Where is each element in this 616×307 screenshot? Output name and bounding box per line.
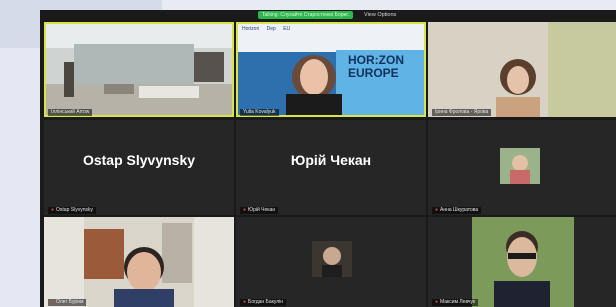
office-room-video	[44, 22, 234, 117]
participant-name: Ірина Фролова - Ярова	[432, 109, 492, 116]
participant-tile-6[interactable]: ● Анна Шкуратова	[428, 120, 616, 215]
outdoor-video	[428, 217, 616, 307]
participant-tile-4[interactable]: Ostap Slyvynsky ● Ostap Slyvynsky	[44, 120, 234, 215]
profile-photo	[312, 241, 352, 277]
participant-tile-2[interactable]: Horizon Dep EU HOR:ZON EUROPE Yulia Kova…	[236, 22, 426, 117]
participant-name-bar: ● Ostap Slyvynsky	[48, 207, 96, 214]
profile-photo	[500, 148, 540, 184]
mic-muted-icon: ●	[243, 299, 247, 305]
view-options-button[interactable]: View Options	[364, 11, 396, 19]
mic-muted-icon: ●	[435, 299, 439, 305]
participant-tile-9[interactable]: ● Максим Левчук	[428, 217, 616, 307]
zoom-gallery-window: Talking: Слухайте Старостенко Борис View…	[40, 10, 616, 307]
background-panel-left	[0, 48, 40, 307]
meeting-topbar: Talking: Слухайте Старостенко Борис View…	[40, 10, 616, 20]
participant-tile-3[interactable]: Ірина Фролова - Ярова	[428, 22, 616, 117]
participant-tile-1[interactable]: Іллінський Arrow	[44, 22, 234, 117]
participant-name-bar: ● Максим Левчук	[432, 299, 479, 306]
participant-name-bar: ● Олег Бурим	[48, 299, 87, 306]
participant-name-bar: ● Юрій Чекан	[240, 207, 279, 214]
participant-name: Іллінський Arrow	[48, 109, 93, 116]
mic-muted-icon: ●	[435, 207, 439, 213]
talking-indicator: Talking: Слухайте Старостенко Борис	[258, 11, 353, 19]
mic-muted-icon: ●	[243, 207, 247, 213]
display-name: Юрій Чекан	[290, 152, 372, 168]
participant-tile-8[interactable]: ● Богдан Бакулін	[236, 217, 426, 307]
dep-logo: Dep	[266, 26, 276, 32]
bookshelf-video	[44, 217, 234, 307]
participant-tile-5[interactable]: Юрій Чекан ● Юрій Чекан	[236, 120, 426, 215]
banner-line-2: EUROPE	[348, 66, 399, 80]
horizon-banner: HOR:ZON EUROPE	[348, 54, 424, 80]
participant-name-bar: ● Богдан Бакулін	[240, 299, 287, 306]
mic-muted-icon: ●	[51, 207, 55, 213]
horizon-logo: Horizon	[242, 26, 260, 32]
participant-tile-7[interactable]: ● Олег Бурим	[44, 217, 234, 307]
mic-muted-icon: ●	[51, 299, 55, 305]
participant-name: Yulia Kovalyuk	[240, 109, 279, 116]
eu-logo: EU	[283, 26, 291, 32]
display-name: Ostap Slyvynsky	[82, 152, 196, 168]
logo-strip: Horizon Dep EU	[242, 26, 290, 32]
participant-name-bar: ● Анна Шкуратова	[432, 207, 482, 214]
home-video	[428, 22, 616, 117]
